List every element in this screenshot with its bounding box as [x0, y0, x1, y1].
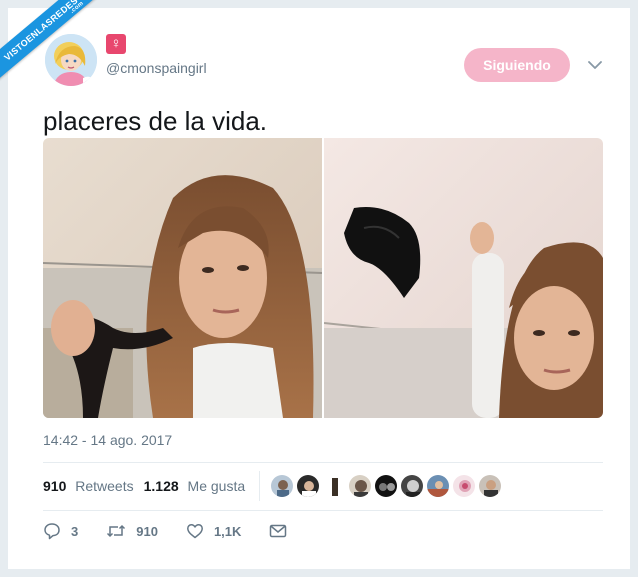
likes-label: Me gusta: [187, 478, 246, 494]
reply-button[interactable]: 3: [43, 522, 78, 540]
retweet-count: 910: [136, 523, 158, 539]
liker-avatar[interactable]: [374, 474, 399, 498]
tweet-timestamp[interactable]: 14:42 - 14 ago. 2017: [43, 432, 172, 448]
likes-stat[interactable]: 1.128 Me gusta: [144, 478, 246, 494]
liker-avatar[interactable]: [296, 474, 321, 498]
likes-count: 1.128: [143, 478, 179, 494]
reply-icon: [44, 523, 60, 540]
liker-avatars: [270, 474, 503, 498]
tweet-photo-right[interactable]: [324, 138, 603, 418]
divider: [43, 462, 603, 463]
direct-message-button[interactable]: [269, 523, 297, 539]
tweet-card: ♀ @cmonspaingirl Siguiendo placeres de l…: [8, 8, 630, 569]
retweets-count: 910: [43, 478, 67, 494]
heart-icon: [186, 524, 203, 539]
chevron-down-icon[interactable]: [586, 56, 604, 74]
retweet-button[interactable]: 910: [106, 522, 158, 540]
tweet-media[interactable]: [43, 138, 603, 418]
liker-avatar[interactable]: [400, 474, 425, 498]
reply-count: 3: [71, 523, 79, 539]
tweet-photo-left[interactable]: [43, 138, 322, 418]
stats-separator: [259, 471, 261, 501]
like-button[interactable]: 1,1K: [186, 522, 241, 540]
retweets-label: Retweets: [75, 478, 134, 494]
retweet-icon: [107, 524, 126, 538]
liker-avatar[interactable]: [452, 474, 477, 498]
liker-avatar[interactable]: [426, 474, 451, 498]
liker-avatar[interactable]: [322, 474, 347, 498]
retweets-stat[interactable]: 910 Retweets: [43, 478, 134, 494]
envelope-icon: [270, 524, 287, 538]
liker-avatar[interactable]: [270, 474, 295, 498]
tweet-text: placeres de la vida.: [43, 106, 268, 136]
liker-avatar[interactable]: [348, 474, 373, 498]
display-name-emoji[interactable]: ♀: [106, 34, 126, 54]
engagement-stats: 910 Retweets 1.128 Me gusta: [43, 470, 503, 502]
liker-avatar[interactable]: [478, 474, 503, 498]
avatar[interactable]: [45, 34, 97, 86]
following-button[interactable]: Siguiendo: [464, 48, 570, 82]
user-handle[interactable]: @cmonspaingirl: [106, 60, 207, 76]
like-count: 1,1K: [213, 523, 242, 539]
divider: [43, 510, 603, 511]
tweet-actions: 3 910 1,1K: [43, 522, 325, 540]
